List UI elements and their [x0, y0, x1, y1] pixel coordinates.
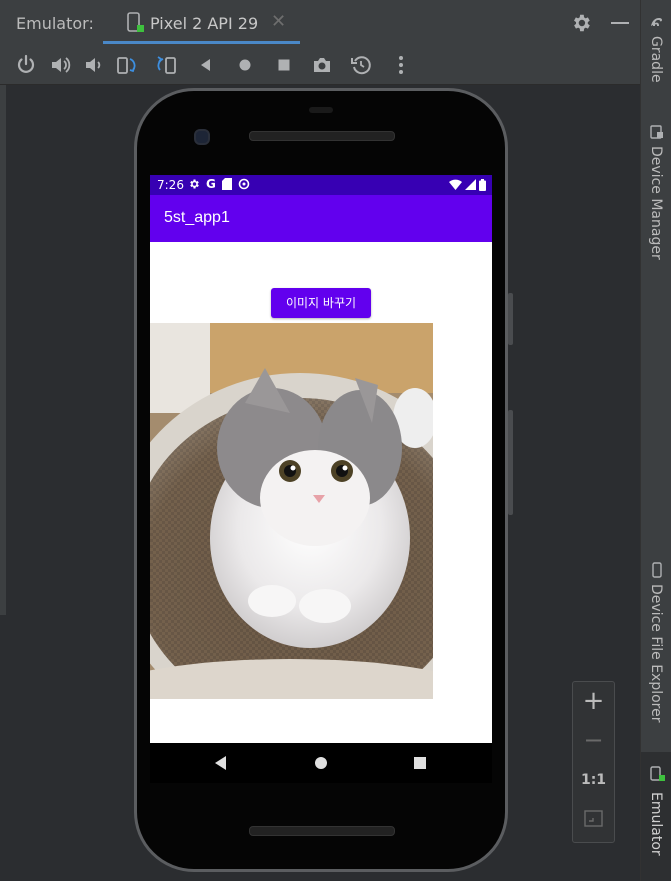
- emulator-title: Emulator:: [16, 14, 94, 33]
- volume-side-button[interactable]: [508, 410, 513, 515]
- emulator-icon: [650, 766, 665, 781]
- device-file-explorer-label: Device File Explorer: [648, 584, 664, 723]
- device-tab-label: Pixel 2 API 29: [150, 14, 259, 33]
- kitten-photo: [150, 323, 433, 699]
- snapshot-icon[interactable]: [350, 54, 372, 76]
- status-system-icons: [449, 179, 486, 191]
- zoom-controls: + − 1:1: [572, 681, 615, 843]
- change-image-button[interactable]: 이미지 바꾸기: [271, 288, 371, 318]
- settings-status-icon: [190, 179, 199, 189]
- gear-icon[interactable]: [570, 12, 592, 34]
- status-time: 7:26: [157, 178, 184, 192]
- app-title: 5st_app1: [164, 209, 230, 226]
- tab-device-file-explorer[interactable]: Device File Explorer: [641, 558, 671, 738]
- zoom-in-button[interactable]: +: [573, 686, 614, 716]
- nav-home-icon[interactable]: [313, 755, 329, 771]
- minimize-icon[interactable]: [611, 22, 629, 24]
- tab-pixel-2-api-29[interactable]: Pixel 2 API 29 ✕: [103, 0, 300, 46]
- bottom-speaker: [249, 826, 395, 836]
- active-tab-indicator: [103, 41, 300, 44]
- nav-recents-icon[interactable]: [412, 755, 428, 771]
- front-camera: [194, 129, 210, 145]
- volume-down-icon[interactable]: [82, 54, 104, 76]
- nav-back-icon[interactable]: [213, 755, 229, 771]
- battery-icon: [479, 179, 486, 191]
- right-tool-stripe: Gradle Device Manager Device File Explor…: [640, 0, 671, 881]
- device-icon: [127, 12, 144, 32]
- navigation-bar: [150, 743, 492, 783]
- device-screen: 7:26 G 5st_app1 이미지 바꾸기: [150, 175, 492, 743]
- data-saver-icon: [238, 178, 250, 190]
- sd-card-icon: [221, 178, 232, 190]
- fit-screen-icon[interactable]: [584, 810, 603, 827]
- status-notification-icons: G: [188, 178, 250, 191]
- device-file-explorer-icon: [652, 562, 662, 578]
- volume-up-icon[interactable]: [49, 54, 71, 76]
- close-tab-icon[interactable]: ✕: [271, 11, 286, 32]
- google-status-icon: G: [206, 177, 216, 191]
- rotate-left-icon[interactable]: [116, 54, 138, 76]
- cell-signal-icon: [465, 179, 476, 190]
- screenshot-icon[interactable]: [311, 54, 333, 76]
- status-bar: 7:26 G: [150, 175, 492, 195]
- back-icon[interactable]: [195, 54, 217, 76]
- emulator-toolbar: [0, 46, 640, 85]
- gradle-icon: [651, 18, 662, 26]
- home-icon[interactable]: [234, 54, 256, 76]
- actual-size-button[interactable]: 1:1: [573, 772, 614, 788]
- zoom-out-button[interactable]: −: [573, 726, 614, 754]
- device-manager-label: Device Manager: [648, 146, 664, 260]
- power-side-button[interactable]: [508, 293, 513, 345]
- power-icon[interactable]: [15, 54, 37, 76]
- rotate-right-icon[interactable]: [155, 54, 177, 76]
- left-gutter: [0, 85, 6, 615]
- proximity-sensor: [309, 107, 333, 113]
- top-speaker: [249, 131, 395, 141]
- tab-device-manager[interactable]: Device Manager: [641, 120, 671, 280]
- gradle-label: Gradle: [648, 36, 664, 83]
- overview-icon[interactable]: [273, 54, 295, 76]
- more-icon[interactable]: [390, 54, 412, 76]
- tab-gradle[interactable]: Gradle: [641, 10, 671, 100]
- wifi-icon: [449, 179, 462, 190]
- app-bar: 5st_app1: [150, 195, 492, 242]
- emulator-label: Emulator: [648, 792, 664, 856]
- tab-emulator[interactable]: Emulator: [641, 752, 671, 881]
- emulator-tab-bar: Emulator: Pixel 2 API 29 ✕: [0, 0, 640, 47]
- device-manager-icon: [650, 125, 663, 139]
